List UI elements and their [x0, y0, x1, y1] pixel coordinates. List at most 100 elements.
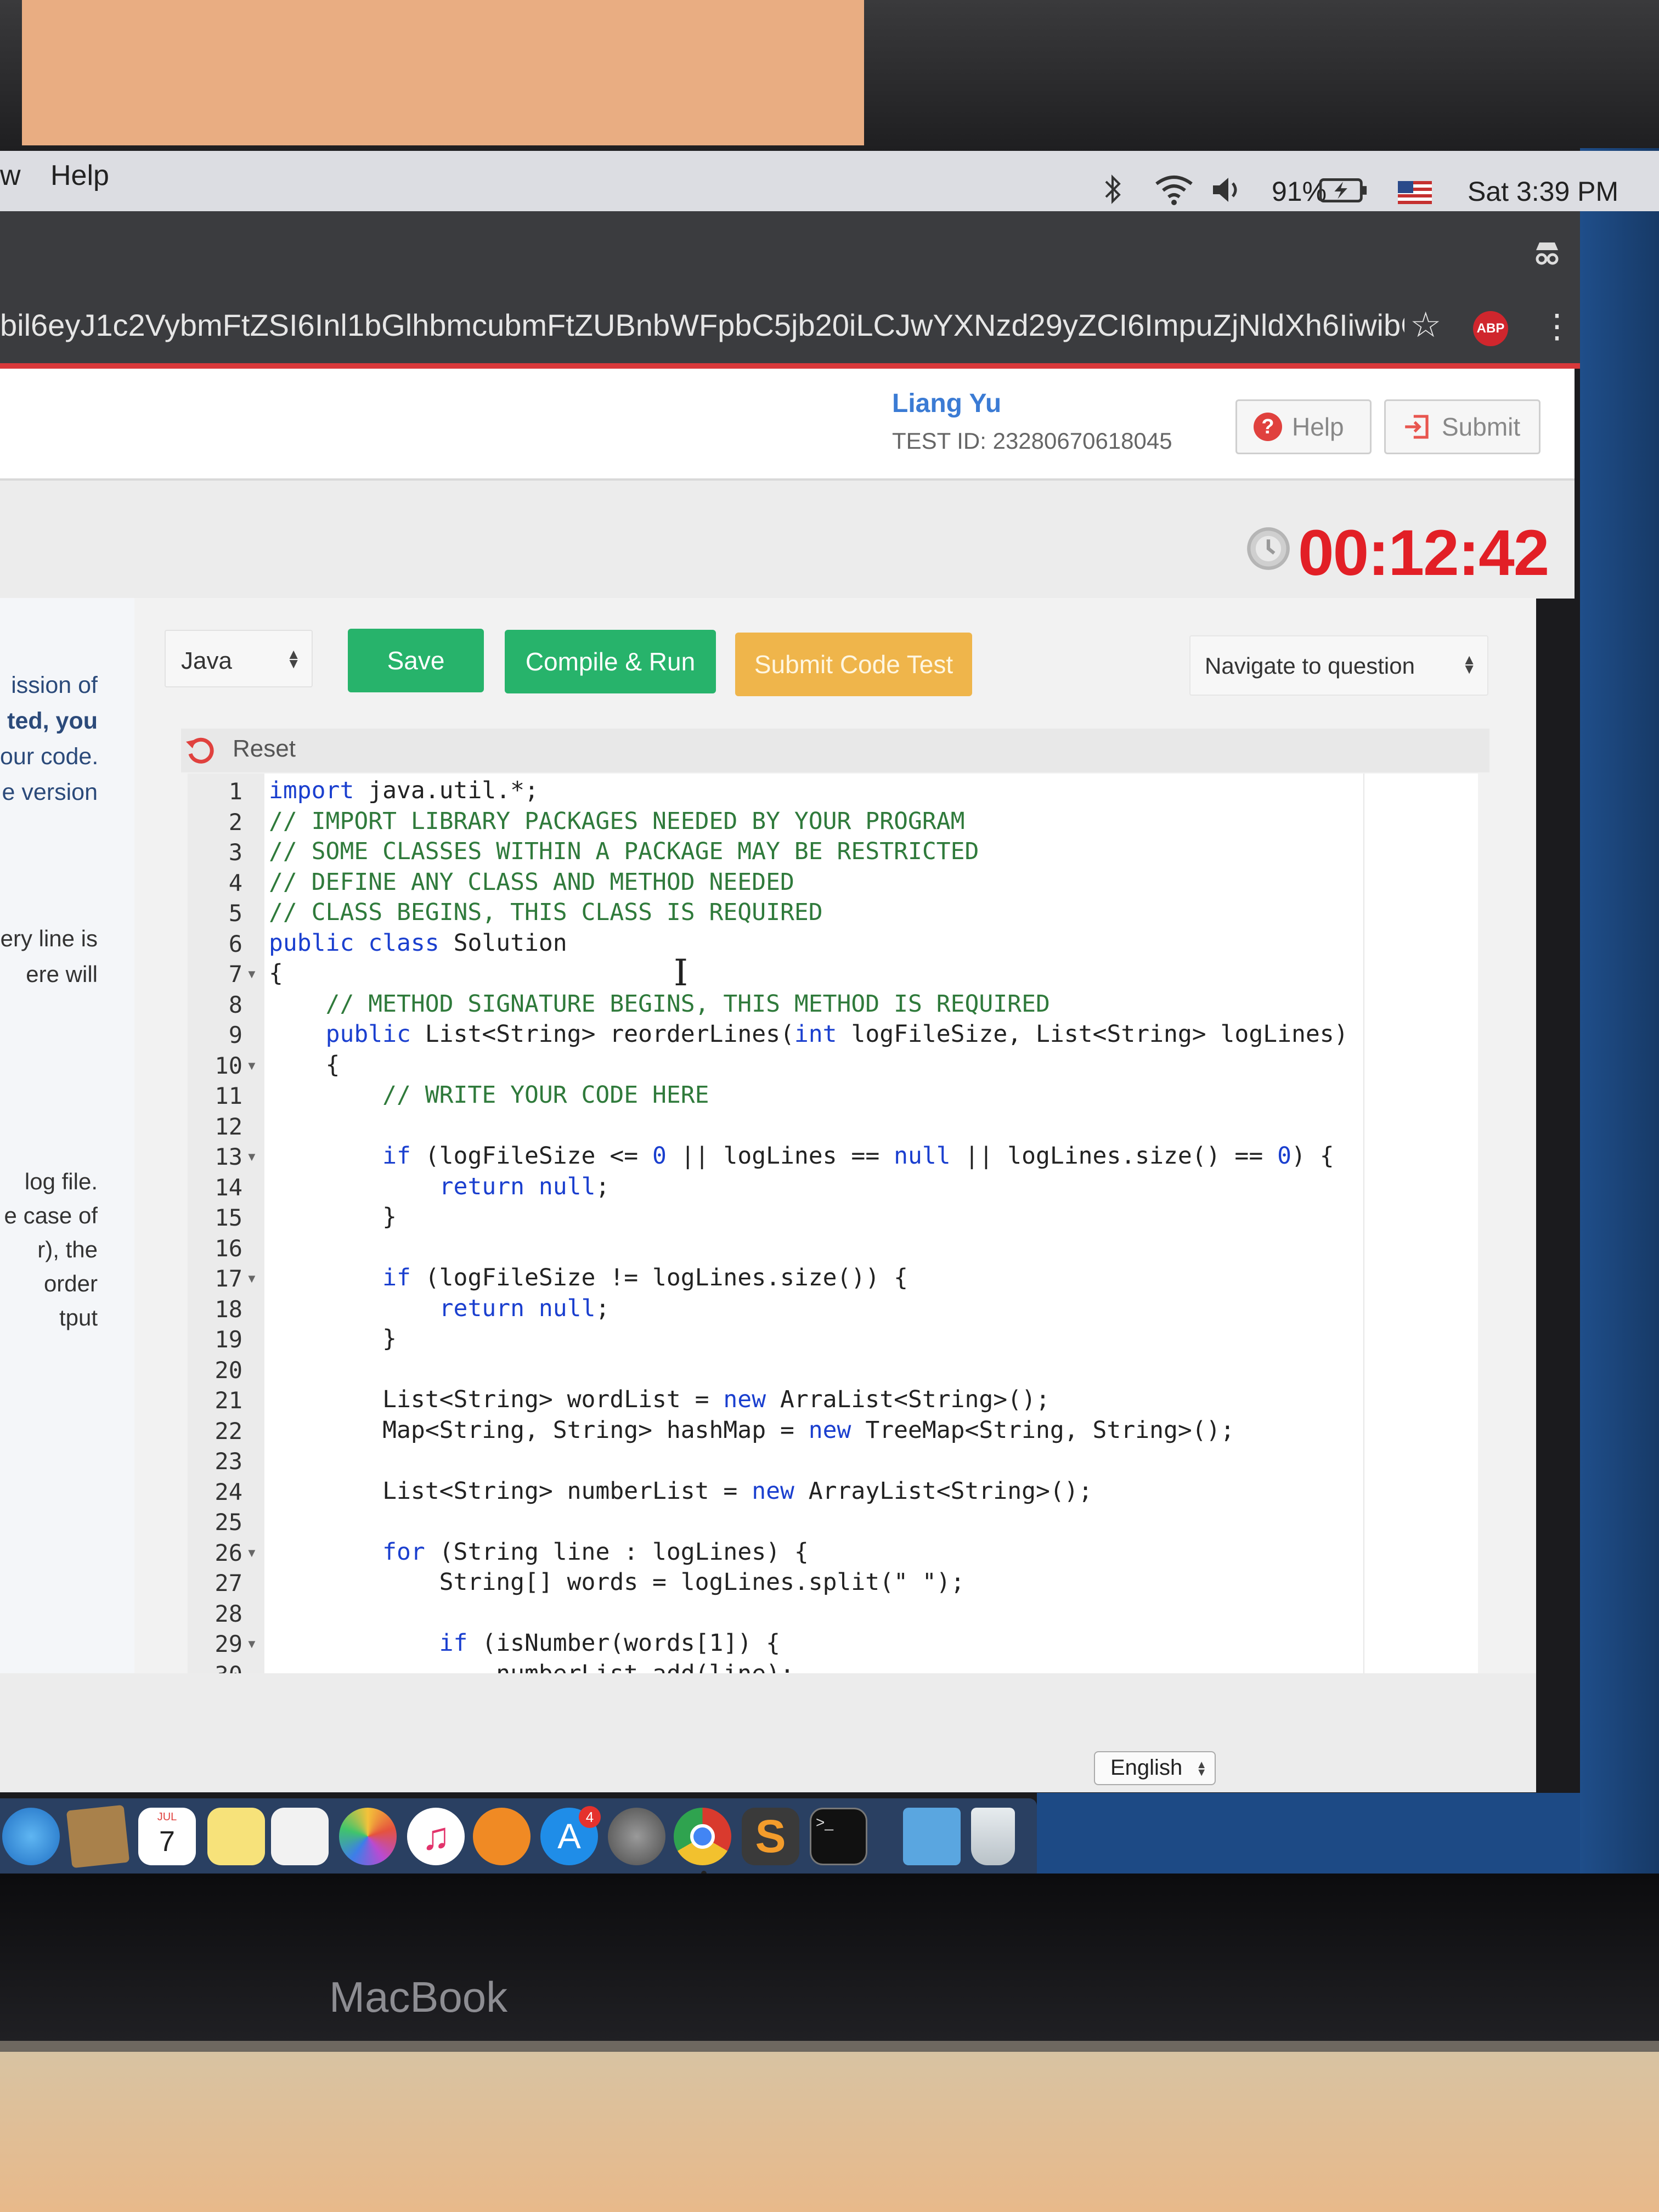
trash-icon[interactable] [971, 1808, 1015, 1865]
reset-icon[interactable] [184, 734, 217, 767]
sublime-text-icon[interactable]: S [742, 1808, 799, 1865]
code-line[interactable]: } [269, 1203, 397, 1231]
code-line[interactable]: List<String> wordList = new ArraList<Str… [269, 1386, 1050, 1413]
question-icon: ? [1254, 413, 1282, 441]
chrome-icon[interactable] [674, 1808, 731, 1865]
reminders-icon[interactable] [271, 1808, 329, 1865]
question-text: ere will [26, 961, 98, 987]
select-arrows-icon: ▲ ▼ [1196, 1759, 1207, 1779]
question-text: ted, you [7, 708, 98, 734]
system-preferences-icon[interactable] [608, 1808, 665, 1865]
submit-code-test-button[interactable]: Submit Code Test [735, 633, 972, 696]
language-value: Java [181, 647, 232, 674]
code-line[interactable]: // METHOD SIGNATURE BEGINS, THIS METHOD … [269, 990, 1050, 1018]
reset-button[interactable]: Reset [233, 735, 296, 763]
books-icon[interactable] [473, 1808, 531, 1865]
menu-window-partial[interactable]: w [0, 159, 21, 192]
line-number: 2 [228, 808, 242, 836]
countdown-timer: 00:12:42 [1298, 517, 1549, 589]
downloads-folder-icon[interactable] [903, 1808, 961, 1865]
code-line[interactable]: if (isNumber(words[1]) { [269, 1629, 780, 1657]
code-line[interactable]: public class Solution [269, 929, 567, 957]
menu-help[interactable]: Help [50, 159, 109, 192]
line-number: 8 [228, 991, 242, 1018]
line-number: 9 [228, 1022, 242, 1048]
safari-icon[interactable] [2, 1808, 60, 1865]
app-store-badge: 4 [579, 1806, 601, 1828]
code-line[interactable]: for (String line : logLines) { [269, 1538, 809, 1566]
code-line[interactable]: import java.util.*; [269, 777, 539, 804]
calendar-icon[interactable]: JUL 7 [138, 1808, 196, 1865]
code-line[interactable]: String[] words = logLines.split(" "); [269, 1568, 965, 1596]
submit-button[interactable]: Submit [1384, 399, 1541, 454]
line-number: 7 [228, 961, 242, 988]
url-text[interactable]: bil6eyJ1c2VybmFtZSI6Inl1bGlhbmcubmFtZUBn… [0, 307, 1404, 343]
code-line[interactable]: if (logFileSize != logLines.size()) { [269, 1264, 908, 1291]
menubar-clock[interactable]: Sat 3:39 PM [1468, 176, 1618, 207]
fold-arrow-icon[interactable]: ▼ [246, 1637, 258, 1651]
line-number: 6 [228, 930, 242, 957]
fold-arrow-icon[interactable]: ▼ [246, 1150, 258, 1164]
fold-arrow-icon[interactable]: ▼ [246, 1059, 258, 1073]
code-line[interactable]: // CLASS BEGINS, THIS CLASS IS REQUIRED [269, 899, 823, 926]
contacts-icon[interactable] [66, 1804, 130, 1869]
line-number: 5 [228, 900, 242, 927]
battery-charging-icon[interactable] [1319, 177, 1369, 204]
print-margin-line [1363, 774, 1364, 1673]
code-line[interactable]: if (logFileSize <= 0 || logLines == null… [269, 1142, 1334, 1170]
language-select[interactable]: Java ▲ ▼ [165, 630, 313, 687]
code-line[interactable]: // IMPORT LIBRARY PACKAGES NEEDED BY YOU… [269, 808, 965, 835]
code-line[interactable]: Map<String, String> hashMap = new TreeMa… [269, 1417, 1234, 1444]
line-number: 22 [215, 1417, 242, 1444]
code-line[interactable]: List<String> numberList = new ArrayList<… [269, 1477, 1092, 1505]
site-language-select[interactable]: English ▲ ▼ [1094, 1751, 1216, 1785]
incognito-icon [1536, 242, 1559, 265]
fold-arrow-icon[interactable]: ▼ [246, 967, 258, 981]
code-line[interactable]: { [269, 1051, 340, 1079]
code-line[interactable]: { [269, 960, 283, 987]
line-number: 12 [215, 1113, 242, 1140]
code-line[interactable]: // WRITE YOUR CODE HERE [269, 1081, 709, 1109]
volume-icon[interactable] [1210, 174, 1243, 205]
browser-tabstrip [0, 211, 1580, 288]
text-cursor-icon: I [674, 952, 689, 994]
bluetooth-icon[interactable] [1099, 173, 1126, 206]
terminal-icon[interactable]: >_ [810, 1808, 867, 1865]
code-line[interactable]: return null; [269, 1173, 610, 1200]
code-line[interactable]: } [269, 1325, 397, 1352]
fold-arrow-icon[interactable]: ▼ [246, 1272, 258, 1286]
adblock-extension-icon[interactable]: ABP [1473, 311, 1508, 346]
desktop-wallpaper [1580, 148, 1659, 1876]
itunes-icon[interactable]: ♫ [407, 1808, 465, 1865]
question-text: log file. [24, 1169, 98, 1194]
navigate-label: Navigate to question [1205, 653, 1415, 679]
submit-label: Submit [1442, 413, 1521, 441]
line-number: 23 [215, 1448, 242, 1475]
bookmark-star-icon[interactable]: ☆ [1410, 307, 1441, 342]
line-number: 28 [215, 1600, 242, 1627]
photos-icon[interactable] [339, 1808, 397, 1865]
sign-in-icon [1405, 415, 1429, 439]
fold-arrow-icon[interactable]: ▼ [246, 1546, 258, 1560]
compile-run-button[interactable]: Compile & Run [505, 630, 716, 693]
navigate-question-select[interactable]: Navigate to question ▲ ▼ [1189, 635, 1488, 696]
save-button[interactable]: Save [348, 629, 484, 692]
test-id: TEST ID: 23280670618045 [892, 428, 1172, 454]
line-number: 16 [215, 1234, 242, 1262]
help-button[interactable]: ? Help [1235, 399, 1372, 454]
code-line[interactable]: public List<String> reorderLines(int log… [269, 1020, 1348, 1048]
input-source-flag-icon[interactable] [1398, 181, 1432, 204]
code-line[interactable]: // SOME CLASSES WITHIN A PACKAGE MAY BE … [269, 838, 979, 865]
notes-icon[interactable] [207, 1808, 265, 1865]
battery-percent: 91% [1272, 176, 1327, 207]
question-text: order [43, 1271, 98, 1296]
browser-menu-icon[interactable]: ⋮ [1541, 310, 1573, 343]
line-number: 26 [215, 1539, 242, 1566]
question-text: ery line is [0, 926, 98, 951]
page-footer [0, 1673, 1536, 1791]
code-line[interactable]: // DEFINE ANY CLASS AND METHOD NEEDED [269, 868, 794, 896]
sticky-note [22, 0, 864, 145]
code-line[interactable]: return null; [269, 1295, 610, 1322]
line-number: 14 [215, 1173, 242, 1201]
wifi-icon[interactable] [1154, 173, 1194, 206]
